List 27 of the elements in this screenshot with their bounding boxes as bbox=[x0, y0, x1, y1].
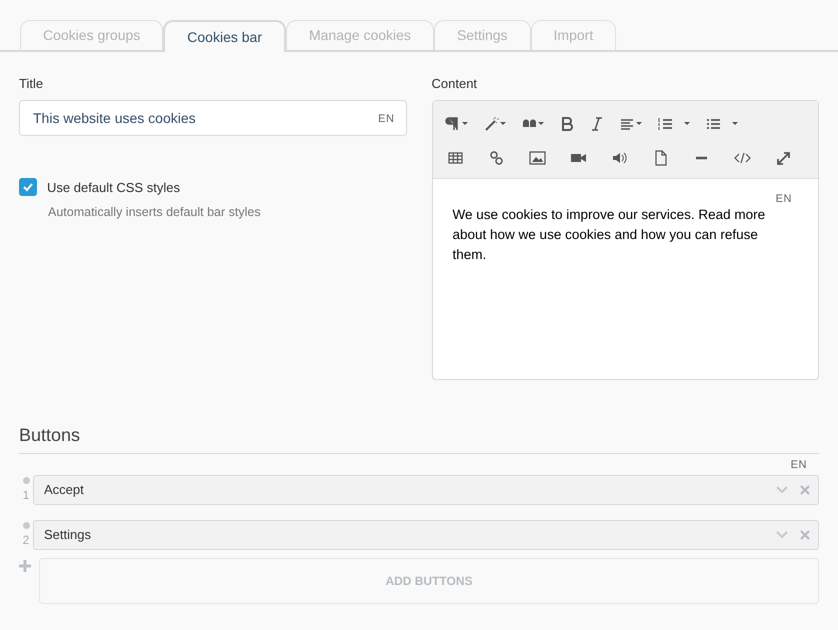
drag-handle-icon[interactable] bbox=[22, 522, 30, 528]
checkbox-label: Use default CSS styles bbox=[47, 178, 180, 197]
field-value: Settings bbox=[44, 526, 92, 544]
tab[interactable]: Cookies groups bbox=[20, 20, 164, 50]
field-label: Content bbox=[432, 75, 478, 93]
add-buttons-button[interactable]: ADD BUTTONS bbox=[39, 558, 819, 604]
checkbox[interactable] bbox=[19, 178, 37, 196]
image-icon[interactable] bbox=[528, 148, 546, 166]
row-number: 2 bbox=[22, 532, 30, 548]
row-number: 1 bbox=[22, 486, 30, 504]
language-label: EN bbox=[790, 458, 807, 472]
language-label: EN bbox=[378, 112, 394, 126]
tab[interactable]: Manage cookies bbox=[286, 20, 434, 50]
paragraph-icon[interactable] bbox=[444, 114, 468, 132]
tab[interactable]: Settings bbox=[434, 20, 531, 50]
tab[interactable]: Cookies bar bbox=[163, 20, 286, 52]
content-text: We use cookies to improve our services. Read more about how we use cookies and how you can refuse them. bbox=[452, 206, 766, 264]
link-icon[interactable] bbox=[488, 148, 504, 166]
checkmark-icon bbox=[22, 181, 34, 194]
drag-handle-icon[interactable] bbox=[22, 476, 30, 484]
language-label: EN bbox=[776, 192, 792, 204]
tab[interactable]: Import bbox=[530, 20, 616, 50]
field-label: Title bbox=[19, 75, 44, 93]
help-text: Automatically inserts default bar styles bbox=[48, 204, 262, 221]
field-value: Accept bbox=[44, 481, 85, 500]
section-heading: Buttons bbox=[19, 424, 80, 444]
magic-wand-icon[interactable] bbox=[482, 114, 506, 132]
